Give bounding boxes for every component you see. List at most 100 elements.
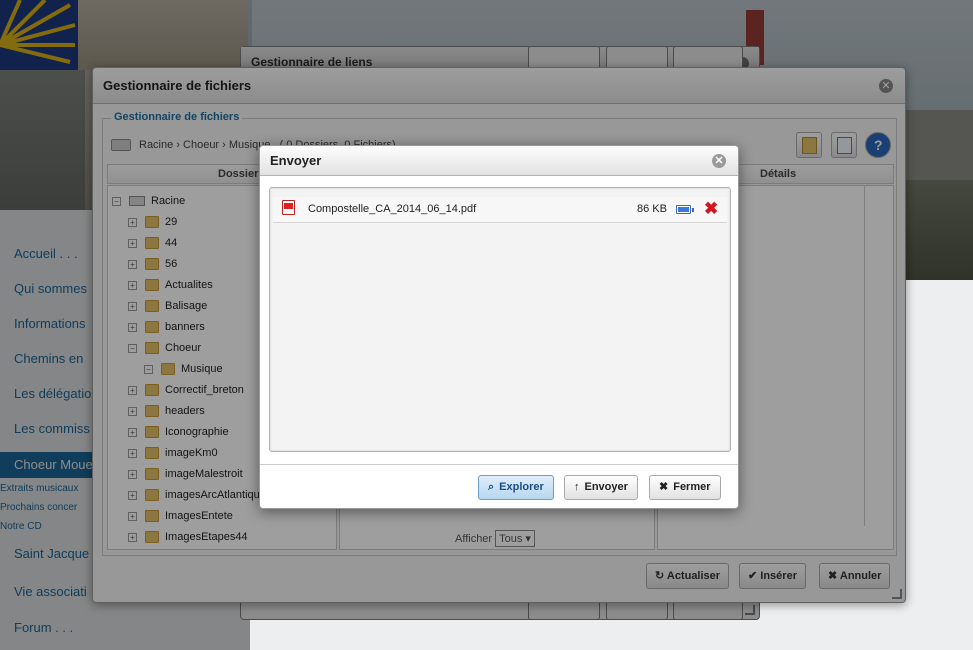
expand-icon[interactable]: + (128, 427, 137, 437)
folder-icon (145, 237, 159, 250)
tree-folder[interactable]: + Balisage (128, 298, 207, 314)
folder-icon (145, 321, 159, 334)
folder-icon (145, 510, 159, 523)
nav-vie-associative[interactable]: Vie associati (14, 584, 102, 599)
nav-choeur[interactable]: Choeur Moue (0, 452, 100, 478)
upload-progress-bar (676, 205, 694, 214)
subnav-extraits[interactable]: Extraits musicaux (0, 483, 92, 494)
expand-icon[interactable]: + (128, 280, 137, 290)
upload-button[interactable] (831, 132, 857, 158)
folder-icon (145, 531, 159, 544)
resize-handle[interactable] (745, 605, 755, 615)
folder-icon (145, 384, 159, 397)
checkmark-icon: ✔ (748, 570, 761, 582)
tree-folder[interactable]: +56 (128, 256, 177, 272)
drive-icon (111, 139, 131, 152)
subnav-cd[interactable]: Notre CD (0, 521, 92, 532)
details-column-header: Détails (760, 168, 797, 180)
expand-icon[interactable]: + (128, 217, 137, 227)
nav-delegations[interactable]: Les délégatio (14, 386, 102, 401)
nav-chemins[interactable]: Chemins en (14, 351, 102, 366)
tree-folder[interactable]: + ImagesEtapes44 (128, 529, 248, 545)
tree-folder[interactable]: + Correctif_breton (128, 382, 244, 398)
cancel-button[interactable]: ✖ Annuler (819, 563, 891, 589)
close-icon[interactable]: ✕ (712, 154, 726, 168)
folder-open-icon (161, 363, 175, 376)
refresh-button[interactable]: ↻ Actualiser (646, 563, 730, 589)
upload-arrow-icon: ↑ (574, 481, 580, 493)
expand-icon[interactable]: + (128, 238, 137, 248)
filter-select[interactable]: Tous ▾ (495, 530, 535, 547)
expand-icon[interactable]: + (128, 532, 137, 542)
x-icon: ✖ (828, 570, 840, 582)
upload-queue: Compostelle_CA_2014_06_14.pdf 86 KB ✖ (269, 187, 731, 452)
folder-open-icon (145, 342, 159, 355)
tree-folder[interactable]: − Choeur (128, 340, 201, 356)
insert-button[interactable]: ✔ Insérer (739, 563, 806, 589)
tree-folder[interactable]: + headers (128, 403, 205, 419)
tree-folder[interactable]: + Actualites (128, 277, 213, 293)
tree-folder[interactable]: + imageMalestroit (128, 466, 243, 482)
close-icon[interactable]: ✕ (879, 79, 893, 93)
stone-carving-image (0, 70, 85, 210)
close-button[interactable]: ✖ Fermer (649, 475, 721, 500)
folder-icon (145, 468, 159, 481)
tree-folder[interactable]: + imageKm0 (128, 445, 218, 461)
browse-button[interactable]: ⌕ Explorer (478, 475, 554, 500)
upload-progress-fill (678, 207, 689, 212)
expand-icon[interactable]: + (128, 490, 137, 500)
filter-control: Afficher Tous ▾ (455, 530, 535, 547)
scallop-shell-logo (0, 0, 78, 70)
upload-file-row: Compostelle_CA_2014_06_14.pdf 86 KB ✖ (273, 197, 727, 223)
refresh-icon: ↻ (655, 570, 667, 582)
folder-icon (145, 300, 159, 313)
nav-qui-sommes[interactable]: Qui sommes (14, 281, 102, 296)
expand-icon[interactable]: + (128, 259, 137, 269)
expand-icon[interactable]: + (128, 385, 137, 395)
tree-folder[interactable]: + imagesArcAtlantique (128, 487, 266, 503)
expand-icon[interactable]: + (128, 406, 137, 416)
tree-folder[interactable]: + Iconographie (128, 424, 229, 440)
expand-icon[interactable]: + (128, 448, 137, 458)
saint-statue-image (78, 0, 248, 70)
folder-icon (145, 447, 159, 460)
tree-root[interactable]: − Racine (112, 193, 185, 209)
nav-accueil[interactable]: Accueil . . . (14, 246, 102, 261)
collapse-icon[interactable]: − (128, 343, 137, 353)
folder-add-icon (802, 137, 817, 154)
tree-folder[interactable]: +44 (128, 235, 177, 251)
resize-handle[interactable] (892, 589, 902, 599)
nav-informations[interactable]: Informations (14, 316, 102, 331)
subnav-concerts[interactable]: Prochains concer (0, 502, 92, 513)
send-button[interactable]: ↑ Envoyer (564, 475, 638, 500)
help-button[interactable]: ? (865, 132, 891, 158)
tree-folder[interactable]: +29 (128, 214, 177, 230)
upload-dialog: Envoyer ✕ Compostelle_CA_2014_06_14.pdf … (259, 145, 739, 509)
collapse-icon[interactable]: − (112, 196, 121, 206)
nav-forum[interactable]: Forum . . . (14, 620, 102, 635)
file-size: 86 KB (637, 203, 667, 215)
expand-icon[interactable]: + (128, 469, 137, 479)
folder-icon (145, 405, 159, 418)
folders-column-header: Dossiers (218, 168, 265, 180)
upload-dialog-title: Envoyer (260, 146, 738, 176)
expand-icon[interactable]: + (128, 511, 137, 521)
expand-icon[interactable]: + (128, 322, 137, 332)
remove-file-icon[interactable]: ✖ (704, 199, 718, 219)
search-icon: ⌕ (488, 481, 495, 493)
nav-saint-jacques[interactable]: Saint Jacque (14, 546, 102, 561)
folder-icon (145, 279, 159, 292)
collapse-icon[interactable]: − (144, 364, 153, 374)
folder-icon (145, 258, 159, 271)
tree-folder[interactable]: + banners (128, 319, 205, 335)
expand-icon[interactable]: + (128, 301, 137, 311)
file-name: Compostelle_CA_2014_06_14.pdf (308, 203, 477, 215)
drive-icon (129, 196, 145, 207)
folder-icon (145, 426, 159, 439)
new-folder-button[interactable] (796, 132, 822, 158)
tree-folder[interactable]: + ImagesEntete (128, 508, 233, 524)
file-manager-title: Gestionnaire de fichiers (93, 68, 905, 104)
nav-commissions[interactable]: Les commiss (14, 421, 102, 436)
help-icon: ? (874, 137, 883, 153)
tree-folder[interactable]: − Musique (144, 361, 223, 377)
